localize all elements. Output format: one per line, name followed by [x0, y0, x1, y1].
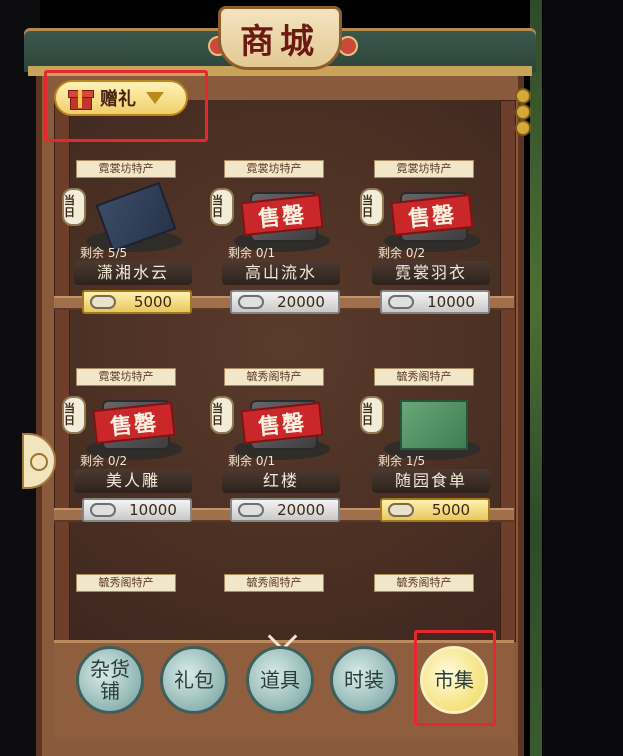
silver-ingot-icon — [90, 295, 116, 309]
daily-lantern: 当日 — [360, 396, 384, 434]
page-title: 商城 — [240, 21, 320, 62]
lantern-text: 当日 — [64, 194, 75, 219]
lantern-text: 当日 — [362, 194, 373, 219]
item-remaining: 剩余 0/2 — [378, 246, 426, 260]
coin-ornament-1 — [515, 88, 531, 104]
item-origin-tag: 霓裳坊特产 — [76, 368, 176, 386]
shop-scene: 商城 赠礼 霓裳坊特产 当日 剩余 5/5 潇湘水云 5000 霓裳坊特产 当日 — [0, 0, 623, 756]
item-origin-tag: 毓秀阁特产 — [374, 574, 474, 592]
item-price-button[interactable]: 5000 — [82, 290, 192, 314]
daily-lantern: 当日 — [210, 188, 234, 226]
daily-lantern: 当日 — [62, 396, 86, 434]
item-name: 随园食单 — [372, 469, 490, 493]
silver-ingot-icon — [238, 503, 264, 517]
background-right — [543, 0, 623, 756]
item-remaining: 剩余 1/5 — [378, 454, 426, 468]
background-left — [0, 0, 40, 756]
daily-lantern: 当日 — [360, 188, 384, 226]
item-price: 5000 — [133, 293, 173, 311]
lantern-text: 当日 — [64, 402, 75, 427]
shop-item[interactable]: 毓秀阁特产 — [62, 574, 190, 634]
item-name: 红楼 — [222, 469, 340, 493]
item-name: 潇湘水云 — [74, 261, 192, 285]
item-price: 10000 — [427, 293, 475, 311]
item-price-button[interactable]: 5000 — [380, 498, 490, 522]
silver-ingot-icon — [238, 295, 264, 309]
item-price-button[interactable]: 20000 — [230, 290, 340, 314]
shop-item[interactable]: 毓秀阁特产 当日 售罄 剩余 0/1 红楼 20000 — [210, 368, 340, 543]
item-price-button[interactable]: 20000 — [230, 498, 340, 522]
silver-ingot-icon — [90, 503, 116, 517]
highlight-box-market — [414, 630, 496, 726]
shop-item[interactable]: 毓秀阁特产 — [360, 574, 488, 634]
item-origin-tag: 毓秀阁特产 — [224, 574, 324, 592]
item-origin-tag: 毓秀阁特产 — [374, 368, 474, 386]
coin-ornament-3 — [515, 120, 531, 136]
daily-lantern: 当日 — [210, 396, 234, 434]
nav-tab-label: 道具 — [260, 668, 300, 692]
shop-item[interactable]: 霓裳坊特产 当日 售罄 剩余 0/2 霓裳羽衣 10000 — [360, 160, 490, 335]
nav-tab-items[interactable]: 道具 — [246, 646, 314, 714]
highlight-box-dropdown — [44, 70, 208, 142]
shop-item[interactable]: 毓秀阁特产 当日 剩余 1/5 随园食单 5000 — [360, 368, 490, 543]
item-origin-tag: 霓裳坊特产 — [224, 160, 324, 178]
shelf-post-right — [500, 100, 516, 642]
item-origin-tag: 霓裳坊特产 — [374, 160, 474, 178]
shop-item[interactable]: 霓裳坊特产 当日 售罄 剩余 0/1 高山流水 20000 — [210, 160, 340, 335]
item-remaining: 剩余 5/5 — [80, 246, 128, 260]
item-price-button[interactable]: 10000 — [380, 290, 490, 314]
item-price: 10000 — [129, 501, 177, 519]
item-remaining: 剩余 0/1 — [228, 454, 276, 468]
item-price: 20000 — [277, 293, 325, 311]
item-price-button[interactable]: 10000 — [82, 498, 192, 522]
item-price: 5000 — [431, 501, 471, 519]
item-price: 20000 — [277, 501, 325, 519]
item-name: 高山流水 — [222, 261, 340, 285]
nav-tab-gift-pack[interactable]: 礼包 — [160, 646, 228, 714]
lantern-text: 当日 — [212, 194, 223, 219]
item-origin-tag: 霓裳坊特产 — [76, 160, 176, 178]
nav-tab-general-store[interactable]: 杂货铺 — [76, 646, 144, 714]
shop-item[interactable]: 霓裳坊特产 当日 剩余 5/5 潇湘水云 5000 — [62, 160, 192, 335]
silver-ingot-icon — [388, 503, 414, 517]
nav-tab-label: 杂货铺 — [90, 657, 130, 703]
item-origin-tag: 毓秀阁特产 — [76, 574, 176, 592]
shop-item[interactable]: 毓秀阁特产 — [210, 574, 338, 634]
side-tab-icon — [30, 453, 48, 471]
coin-ornament-2 — [515, 104, 531, 120]
lantern-text: 当日 — [362, 402, 373, 427]
nav-tab-label: 时装 — [344, 668, 384, 692]
item-image — [400, 400, 468, 450]
title-plaque: 商城 — [218, 6, 342, 70]
nav-tab-fashion[interactable]: 时装 — [330, 646, 398, 714]
item-name: 美人雕 — [74, 469, 192, 493]
item-origin-tag: 毓秀阁特产 — [224, 368, 324, 386]
game-world-strip — [530, 0, 542, 756]
silver-ingot-icon — [388, 295, 414, 309]
item-name: 霓裳羽衣 — [372, 261, 490, 285]
item-remaining: 剩余 0/1 — [228, 246, 276, 260]
shop-item[interactable]: 霓裳坊特产 当日 售罄 剩余 0/2 美人雕 10000 — [62, 368, 192, 543]
daily-lantern: 当日 — [62, 188, 86, 226]
item-remaining: 剩余 0/2 — [80, 454, 128, 468]
lantern-text: 当日 — [212, 402, 223, 427]
nav-tab-label: 礼包 — [174, 668, 214, 692]
